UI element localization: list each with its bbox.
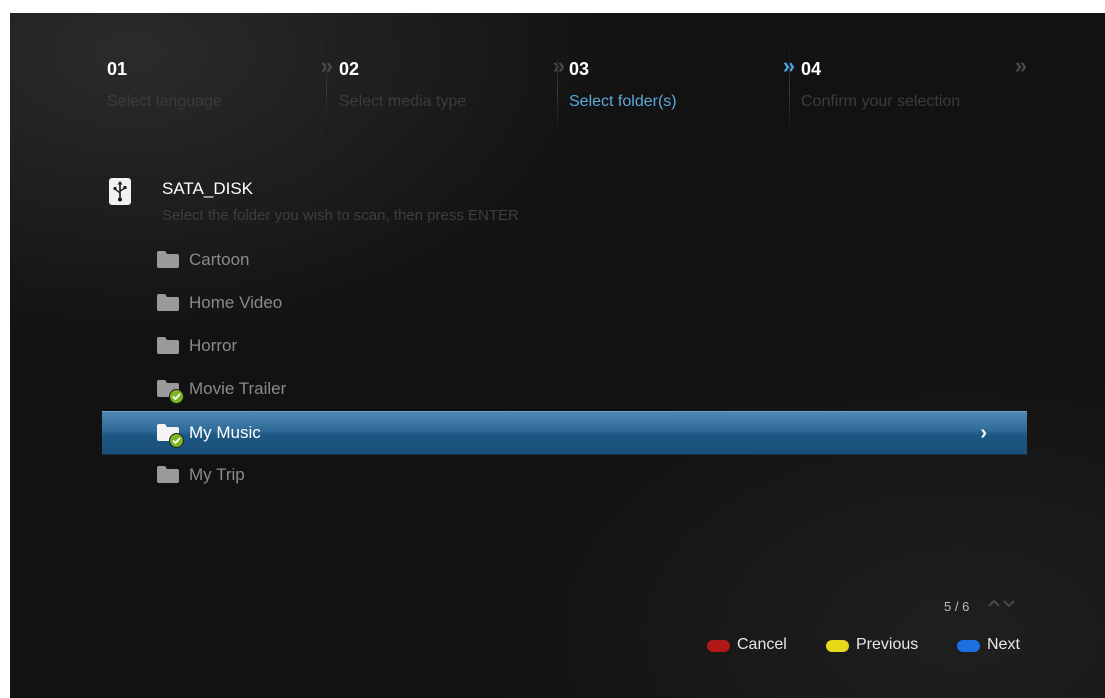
previous-label: Previous [856, 636, 919, 653]
next-label: Next [987, 636, 1020, 653]
folder-icon [157, 294, 179, 311]
folder-icon [157, 337, 179, 354]
folder-label: My Music [189, 423, 261, 442]
step-label: Confirm your selection [801, 93, 961, 110]
instruction-text: Select the folder you wish to scan, then… [162, 207, 519, 224]
folder-icon [157, 251, 179, 268]
chevron-right-icon[interactable]: › [980, 422, 987, 445]
step-select-language: 01 Select language » [107, 51, 337, 156]
blue-key-icon [957, 640, 980, 652]
page-indicator: 5 / 6 [944, 599, 970, 614]
double-chevron-icon: » [1014, 53, 1027, 78]
step-select-folders: 03 Select folder(s) » [569, 51, 799, 156]
folder-label: Horror [189, 336, 238, 355]
step-label: Select media type [339, 93, 467, 110]
check-icon [169, 389, 184, 404]
step-number: 02 [339, 59, 360, 79]
folder-item-cartoon[interactable]: Cartoon [102, 239, 1027, 283]
step-divider [789, 43, 790, 135]
red-key-icon [707, 640, 730, 652]
yellow-key-icon [826, 640, 849, 652]
folder-item-home-video[interactable]: Home Video [102, 282, 1027, 326]
step-label: Select language [107, 93, 222, 110]
step-number: 04 [801, 59, 822, 79]
media-setup-screen: 01 Select language » 02 Select media typ… [10, 13, 1105, 698]
folder-label: My Trip [189, 465, 245, 484]
check-icon [169, 433, 184, 448]
step-divider [557, 43, 558, 135]
step-number: 03 [569, 59, 590, 79]
step-confirm-selection: 04 Confirm your selection » [801, 51, 1031, 156]
folder-item-my-music[interactable]: My Music › [102, 411, 1027, 455]
step-select-media-type: 02 Select media type » [339, 51, 569, 156]
folder-label: Movie Trailer [189, 379, 287, 398]
folder-item-my-trip[interactable]: My Trip [102, 454, 1027, 498]
step-label: Select folder(s) [569, 93, 677, 110]
folder-label: Home Video [189, 293, 283, 312]
step-divider [326, 43, 327, 135]
step-number: 01 [107, 59, 128, 79]
usb-icon [109, 178, 131, 205]
drive-name: SATA_DISK [162, 179, 254, 198]
wizard-steps: 01 Select language » 02 Select media typ… [10, 13, 1105, 158]
folder-item-movie-trailer[interactable]: Movie Trailer [102, 368, 1027, 412]
folder-label: Cartoon [189, 250, 250, 269]
folder-icon [157, 466, 179, 483]
folder-item-horror[interactable]: Horror [102, 325, 1027, 369]
double-chevron-icon: » [320, 53, 333, 78]
cancel-label: Cancel [737, 636, 787, 653]
scroll-arrows-icon[interactable] [987, 597, 1017, 612]
